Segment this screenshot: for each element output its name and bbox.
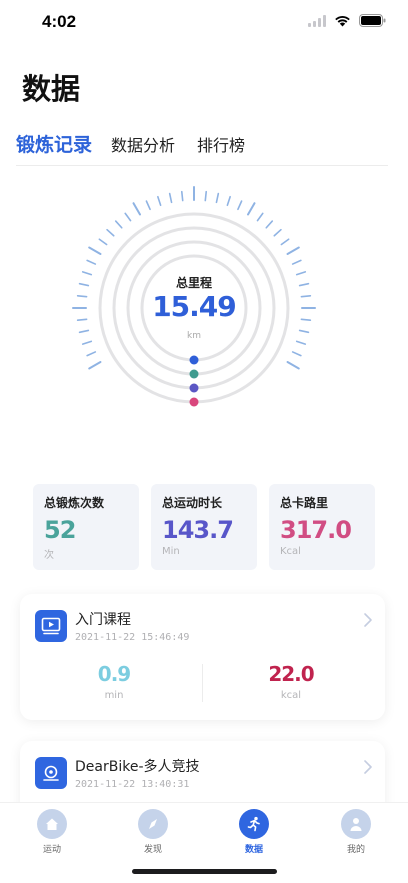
tabbar-item-data[interactable]: 数据 <box>224 809 284 855</box>
tab-data-analysis[interactable]: 数据分析 <box>111 132 175 156</box>
stat-unit: Kcal <box>280 546 301 557</box>
status-icons <box>308 14 386 27</box>
bike-icon <box>35 757 67 789</box>
video-icon <box>35 610 67 642</box>
page-title: 数据 <box>22 72 81 106</box>
summary-stats: 总锻炼次数 52 次 总运动时长 143.7 Min 总卡路里 317.0 Kc… <box>33 484 375 570</box>
gauge-value: 15.49 <box>152 290 237 323</box>
tabbar-item-sport[interactable]: 运动 <box>22 809 82 855</box>
tabbar-item-discover[interactable]: 发现 <box>123 809 183 855</box>
session-date: 2021-11-22 15:46:49 <box>75 632 190 643</box>
ring-progress-dot <box>189 397 199 407</box>
stat-card-workouts: 总锻炼次数 52 次 <box>33 484 139 570</box>
battery-icon <box>359 14 386 27</box>
gauge-label: 总里程 <box>175 276 212 290</box>
status-bar: 4:02 <box>0 0 408 46</box>
chevron-right-icon <box>364 760 372 774</box>
tabbar-label: 发现 <box>143 845 162 855</box>
stat-card-calories: 总卡路里 317.0 Kcal <box>269 484 375 570</box>
session-title: DearBike-多人竞技 <box>75 759 200 775</box>
tabbar-item-mine[interactable]: 我的 <box>326 809 386 855</box>
stat-unit: Min <box>162 546 180 557</box>
session-calories: 22.0 kcal <box>231 662 351 701</box>
metric-unit: min <box>104 690 124 701</box>
tabbar-label: 数据 <box>244 845 263 855</box>
user-icon <box>341 809 371 839</box>
wifi-icon <box>335 15 350 26</box>
ring-progress-dot <box>189 369 199 379</box>
tab-leaderboard[interactable]: 排行榜 <box>197 132 245 156</box>
stat-value: 143.7 <box>162 516 234 544</box>
stat-unit: 次 <box>44 550 54 561</box>
session-date: 2021-11-22 13:40:31 <box>75 779 190 790</box>
metric-value: 22.0 <box>268 662 314 686</box>
status-time: 4:02 <box>42 12 77 31</box>
metric-divider <box>202 664 203 702</box>
stat-card-duration: 总运动时长 143.7 Min <box>151 484 257 570</box>
runner-icon <box>239 809 269 839</box>
segment-tabs: 锻炼记录 数据分析 排行榜 <box>16 132 388 166</box>
home-icon <box>37 809 67 839</box>
stat-label: 总卡路里 <box>280 496 329 510</box>
stat-value: 52 <box>44 516 76 544</box>
stat-label: 总锻炼次数 <box>44 496 105 510</box>
session-title: 入门课程 <box>75 612 131 628</box>
ring-progress-dot <box>189 383 199 393</box>
cellular-signal-icon <box>308 14 326 27</box>
metric-unit: kcal <box>280 690 302 701</box>
chevron-right-icon <box>364 613 372 627</box>
session-duration: 0.9 min <box>54 662 174 701</box>
stat-label: 总运动时长 <box>162 496 223 510</box>
compass-icon <box>138 809 168 839</box>
ring-progress-dot <box>189 355 199 365</box>
home-indicator <box>132 869 277 874</box>
tabbar-label: 我的 <box>346 845 365 855</box>
tab-exercise-records[interactable]: 锻炼记录 <box>16 130 92 157</box>
session-card[interactable]: 入门课程 2021-11-22 15:46:49 0.9 min 22.0 kc… <box>20 594 385 720</box>
tabbar-label: 运动 <box>42 845 61 855</box>
metric-value: 0.9 <box>97 662 131 686</box>
gauge-unit: km <box>187 331 201 341</box>
stat-value: 317.0 <box>280 516 352 544</box>
total-distance-gauge: 总里程 15.49 km <box>64 180 324 430</box>
